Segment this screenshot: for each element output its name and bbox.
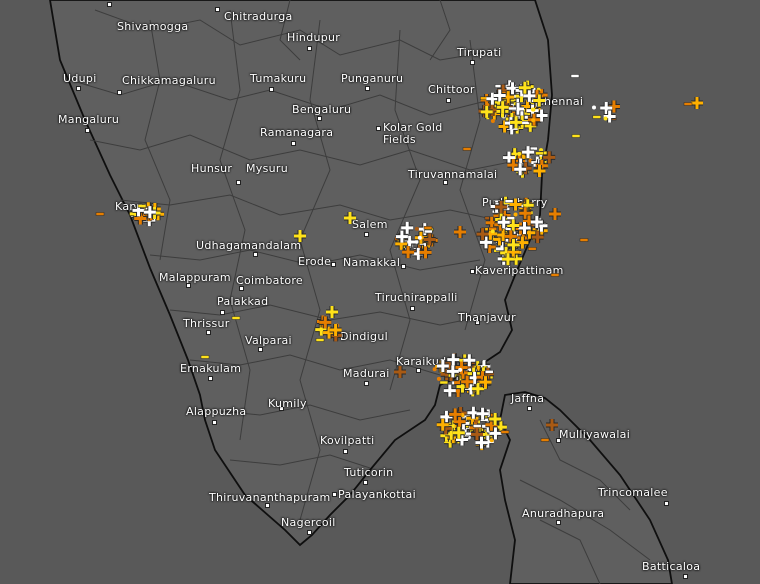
lightning-dot-icon [417,235,422,240]
lightning-minus-icon [315,338,325,342]
lightning-plus-icon [546,419,558,431]
lightning-dot-icon [591,105,596,110]
lightning-minus-icon [484,370,494,374]
lightning-dot-icon [414,239,419,244]
lightning-minus-icon [95,212,105,216]
lightning-minus-icon [571,134,581,138]
lightning-minus-icon [462,147,472,151]
lightning-dot-icon [603,116,608,121]
lightning-dot-icon [513,212,518,217]
lightning-dot-icon [490,229,495,234]
lightning-dot-icon [517,151,522,156]
lightning-plus-icon [443,384,456,397]
lightning-minus-icon [500,430,510,434]
lightning-dot-icon [490,119,495,124]
lightning-minus-icon [423,226,433,230]
lightning-dot-icon [458,367,463,372]
lightning-dot-icon [531,118,536,123]
lightning-dot-icon [474,419,479,424]
lightning-dot-icon [436,376,441,381]
lightning-dot-icon [414,226,419,231]
lightning-plus-icon [294,230,306,242]
lightning-minus-icon [540,438,550,442]
lightning-minus-icon [231,316,241,320]
lightning-plus-icon [344,212,356,224]
lightning-minus-icon [570,74,580,78]
lightning-minus-icon [137,204,147,208]
lightning-minus-icon [506,216,515,220]
lightning-map[interactable]: Shivamogga Chitradurga Hindupur Tirupati… [0,0,760,584]
lightning-minus-icon [472,424,482,428]
lightning-dot-icon [531,107,536,112]
lightning-minus-icon [683,102,693,106]
lightning-minus-icon [527,247,537,251]
lightning-minus-icon [508,106,517,111]
lightning-minus-icon [529,146,538,151]
lightning-plus-icon [394,366,406,378]
lightning-minus-icon [424,229,433,234]
lightning-plus-icon [326,306,338,318]
lightning-minus-icon [504,199,514,203]
lightning-minus-icon [579,238,589,242]
lightning-plus-icon [691,97,703,109]
lightning-minus-icon [592,115,602,119]
lightning-plus-icon [454,226,466,238]
lightning-strike-layer [95,74,703,451]
lightning-minus-icon [535,151,544,156]
lightning-minus-icon [200,355,210,359]
lightning-minus-icon [550,273,560,277]
lightning-dot-icon [432,367,437,372]
lightning-plus-icon [549,208,561,220]
lightning-minus-icon [439,380,449,385]
